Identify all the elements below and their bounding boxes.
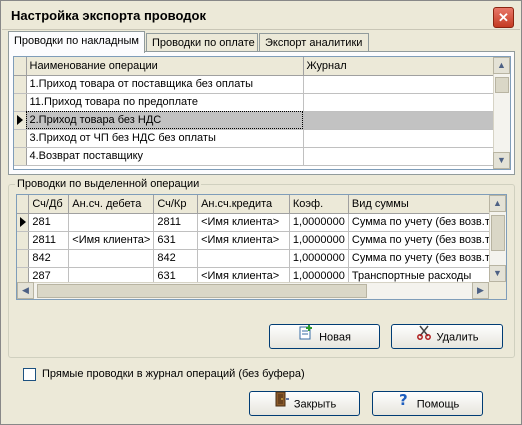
debit-analytics-cell[interactable] (68, 213, 155, 232)
svg-text:?: ? (399, 391, 408, 407)
operation-row[interactable]: 11.Приход товара по предоплате (14, 93, 494, 112)
column-header-journal[interactable]: Журнал (303, 57, 494, 76)
column-header-credit-analytics[interactable]: Ан.сч.кредита (197, 195, 290, 214)
scissors-icon (416, 324, 432, 349)
debit-account-cell[interactable]: 281 (28, 213, 70, 232)
new-entry-button[interactable]: Новая (269, 324, 380, 349)
scroll-down-arrow-icon[interactable]: ▼ (493, 152, 510, 169)
coefficient-cell[interactable]: 1,0000000 (289, 213, 349, 232)
journal-cell[interactable] (303, 93, 494, 112)
help-question-icon: ? (396, 391, 412, 416)
sum-type-cell[interactable]: Сумма по учету (без возв.тар (348, 213, 506, 232)
window-title: Настройка экспорта проводок (11, 8, 206, 23)
tab-invoice-entries[interactable]: Проводки по накладным (8, 31, 145, 53)
credit-account-cell[interactable]: 631 (153, 231, 199, 250)
delete-entry-button[interactable]: Удалить (391, 324, 503, 349)
export-settings-dialog: Настройка экспорта проводок ✕ Проводки п… (0, 0, 522, 425)
new-entry-label: Новая (319, 331, 351, 344)
help-button-label: Помощь (416, 398, 460, 411)
debit-account-cell[interactable]: 2811 (28, 231, 70, 250)
row-indicator (14, 75, 27, 94)
scroll-right-arrow-icon[interactable]: ▶ (472, 282, 489, 299)
operations-header-row: Наименование операции Журнал (14, 57, 494, 76)
operation-name-cell[interactable]: 2.Приход товара без НДС (26, 111, 304, 130)
direct-entries-checkbox-label[interactable]: Прямые проводки в журнал операций (без б… (42, 368, 305, 380)
tab-payment-entries[interactable]: Проводки по оплате (146, 33, 258, 52)
current-row-indicator (17, 213, 30, 232)
title-bar: Настройка экспорта проводок ✕ (2, 2, 520, 30)
scrollbar-corner (489, 282, 506, 299)
direct-entries-checkbox[interactable] (23, 368, 36, 381)
credit-analytics-cell[interactable] (197, 249, 290, 268)
coefficient-cell[interactable]: 1,0000000 (289, 249, 349, 268)
scroll-up-arrow-icon[interactable]: ▲ (489, 195, 506, 212)
operation-row[interactable]: 3.Приход от ЧП без НДС без оплаты (14, 129, 494, 148)
entry-row[interactable]: 842 842 1,0000000 Сумма по учету (без во… (17, 249, 506, 268)
scroll-thumb[interactable] (37, 284, 367, 298)
column-header-coefficient[interactable]: Коэф. (289, 195, 349, 214)
operations-grid[interactable]: Наименование операции Журнал 1.Приход то… (13, 56, 511, 170)
close-button-label: Закрыть (293, 398, 337, 411)
tab-analytics-export[interactable]: Экспорт аналитики (259, 33, 369, 52)
scroll-up-arrow-icon[interactable]: ▲ (493, 57, 510, 74)
delete-entry-label: Удалить (436, 331, 479, 344)
credit-account-cell[interactable]: 2811 (153, 213, 199, 232)
row-indicator (14, 129, 27, 148)
door-exit-icon (273, 391, 289, 416)
scroll-thumb[interactable] (491, 215, 505, 251)
new-document-icon (298, 324, 314, 349)
journal-cell[interactable] (303, 147, 494, 166)
entry-row-current[interactable]: 281 2811 <Имя клиента> 1,0000000 Сумма п… (17, 213, 506, 232)
sum-type-cell[interactable]: Сумма по учету (без возв.тар (348, 249, 506, 268)
entry-row[interactable]: 2811 <Имя клиента> 631 <Имя клиента> 1,0… (17, 231, 506, 250)
scroll-down-arrow-icon[interactable]: ▼ (489, 265, 506, 282)
operation-row[interactable]: 1.Приход товара от поставщика без оплаты (14, 75, 494, 94)
journal-cell[interactable] (303, 129, 494, 148)
column-header-debit-analytics[interactable]: Ан.сч. дебета (68, 195, 155, 214)
row-indicator (17, 231, 30, 250)
journal-cell[interactable] (303, 111, 494, 130)
sum-type-cell[interactable]: Сумма по учету (без возв.тар (348, 231, 506, 250)
row-indicator-header (17, 195, 30, 214)
credit-analytics-cell[interactable]: <Имя клиента> (197, 231, 290, 250)
operation-name-cell[interactable]: 3.Приход от ЧП без НДС без оплаты (26, 129, 304, 148)
row-indicator (14, 93, 27, 112)
operations-vertical-scrollbar[interactable]: ▲ ▼ (493, 57, 510, 169)
operation-row[interactable]: 4.Возврат поставщику (14, 147, 494, 166)
help-button[interactable]: ? Помощь (372, 391, 483, 416)
operation-name-cell[interactable]: 1.Приход товара от поставщика без оплаты (26, 75, 304, 94)
debit-analytics-cell[interactable]: <Имя клиента> (68, 231, 155, 250)
tab-panel: Наименование операции Журнал 1.Приход то… (8, 51, 515, 175)
scroll-thumb[interactable] (495, 77, 509, 93)
debit-analytics-cell[interactable] (68, 249, 155, 268)
credit-analytics-cell[interactable]: <Имя клиента> (197, 213, 290, 232)
debit-account-cell[interactable]: 842 (28, 249, 70, 268)
column-header-sum-type[interactable]: Вид суммы (348, 195, 506, 214)
current-row-indicator (14, 111, 27, 130)
entries-vertical-scrollbar[interactable]: ▲ ▼ (489, 195, 506, 282)
credit-account-cell[interactable]: 842 (153, 249, 199, 268)
column-header-credit-account[interactable]: Сч/Кр (153, 195, 199, 214)
column-header-debit-account[interactable]: Сч/Дб (28, 195, 70, 214)
entries-horizontal-scrollbar[interactable]: ◀ ▶ (17, 282, 489, 299)
operation-row-selected[interactable]: 2.Приход товара без НДС (14, 111, 494, 130)
column-header-operation-name[interactable]: Наименование операции (26, 57, 304, 76)
entries-grid[interactable]: Сч/Дб Ан.сч. дебета Сч/Кр Ан.сч.кредита … (16, 194, 507, 300)
row-indicator-header (14, 57, 27, 76)
row-indicator (17, 249, 30, 268)
entries-header-row: Сч/Дб Ан.сч. дебета Сч/Кр Ан.сч.кредита … (17, 195, 506, 214)
current-row-arrow-icon (16, 115, 23, 126)
close-button[interactable]: Закрыть (249, 391, 360, 416)
operation-name-cell[interactable]: 4.Возврат поставщику (26, 147, 304, 166)
row-indicator (14, 147, 27, 166)
journal-cell[interactable] (303, 75, 494, 94)
coefficient-cell[interactable]: 1,0000000 (289, 231, 349, 250)
entries-group-label: Проводки по выделенной операции (15, 178, 202, 190)
current-row-arrow-icon (19, 217, 26, 228)
close-window-button[interactable]: ✕ (493, 7, 514, 28)
operation-name-cell[interactable]: 11.Приход товара по предоплате (26, 93, 304, 112)
scroll-left-arrow-icon[interactable]: ◀ (17, 282, 34, 299)
